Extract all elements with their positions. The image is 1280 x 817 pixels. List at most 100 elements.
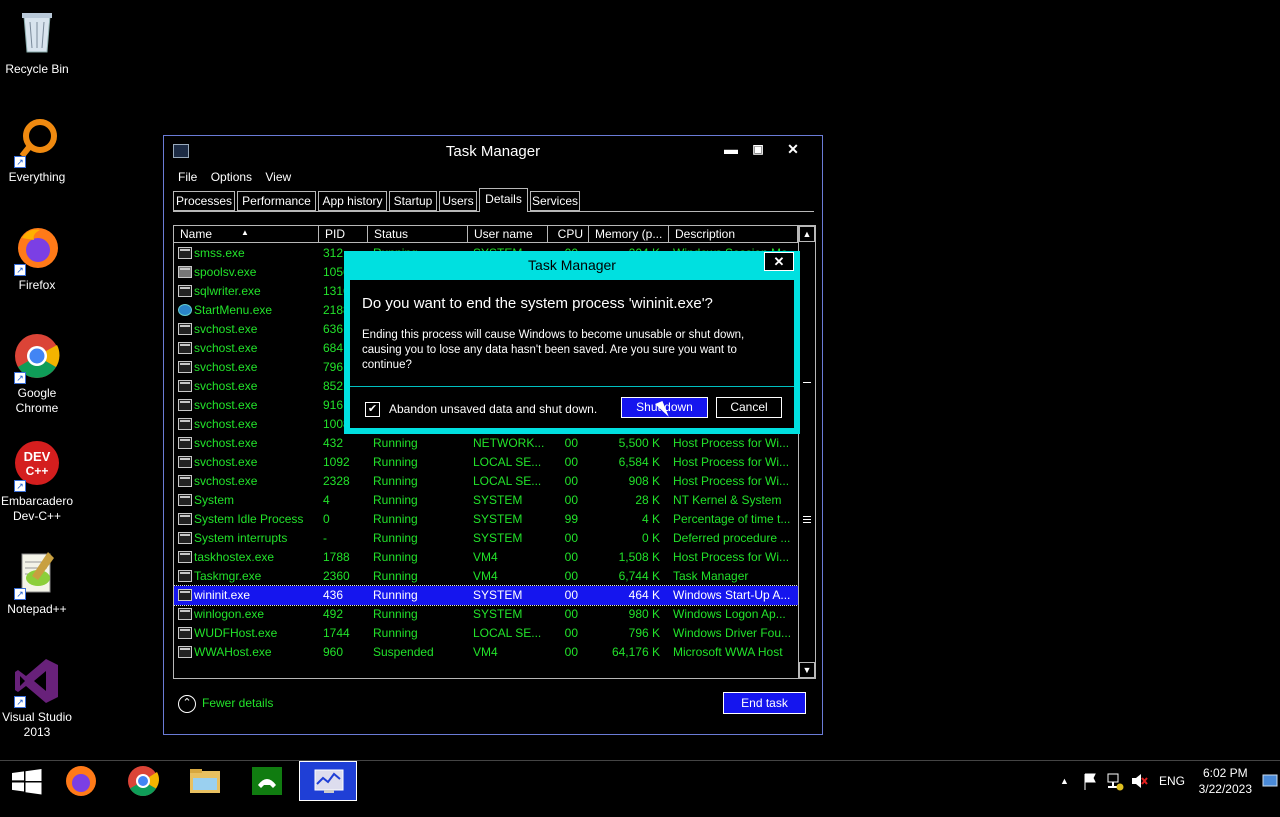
abandon-data-checkbox-label[interactable]: Abandon unsaved data and shut down. xyxy=(389,402,597,416)
desktop-icon-label: Everything xyxy=(8,170,66,184)
folder-icon xyxy=(190,769,220,793)
svg-text:DEV: DEV xyxy=(24,449,51,464)
tab-services[interactable]: Services xyxy=(530,191,580,211)
system-clock[interactable]: 6:02 PM 3/22/2023 xyxy=(1199,765,1252,797)
maximize-button[interactable]: ▣ xyxy=(741,138,775,160)
show-desktop-button[interactable] xyxy=(1262,761,1278,801)
table-row[interactable]: svchost.exe 2328 Running LOCAL SE... 00 908 K… xyxy=(174,472,798,491)
desktop-icon-dev-cpp[interactable]: DEV C++ ↗ Embarcadero Dev-C++ xyxy=(0,440,74,524)
taskbar-chrome-button[interactable] xyxy=(114,761,172,801)
cell-name: svchost.exe xyxy=(194,436,258,450)
cell-desc: Host Process for Wi... xyxy=(673,455,790,469)
title-bar[interactable]: Task Manager ▬ ▣ ✕ xyxy=(164,136,822,166)
taskbar-task-manager-button[interactable] xyxy=(299,761,357,801)
column-header-pid[interactable]: PID xyxy=(319,226,368,243)
table-row[interactable]: wininit.exe 436 Running SYSTEM 00 464 K Window… xyxy=(174,585,799,606)
cell-name: WUDFHost.exe xyxy=(194,626,278,640)
application-window-icon xyxy=(178,608,192,620)
column-header-user-name[interactable]: User name xyxy=(468,226,548,243)
cell-name: svchost.exe xyxy=(194,455,258,469)
table-row[interactable]: Taskmgr.exe 2360 Running VM4 00 6,744 K Task M… xyxy=(174,567,798,586)
game-controller-icon xyxy=(252,767,282,795)
cell-name: System Idle Process xyxy=(194,512,304,526)
dialog-close-button[interactable]: ✕ xyxy=(764,252,794,271)
column-header-description[interactable]: Description xyxy=(669,226,798,243)
cell-name: sqlwriter.exe xyxy=(194,284,261,298)
action-center-flag-icon[interactable] xyxy=(1082,761,1098,801)
column-header-cpu[interactable]: CPU xyxy=(548,226,589,243)
cancel-button[interactable]: Cancel xyxy=(716,397,782,418)
table-row[interactable]: taskhostex.exe 1788 Running VM4 00 1,508 K Hos… xyxy=(174,548,798,567)
cell-mem: 980 K xyxy=(628,607,660,621)
cell-cpu: 00 xyxy=(564,607,578,621)
cell-cpu: 00 xyxy=(564,531,578,545)
tab-processes[interactable]: Processes xyxy=(173,191,235,211)
table-row[interactable]: System Idle Process 0 Running SYSTEM 99 4 K Pe… xyxy=(174,510,798,529)
tab-app-history[interactable]: App history xyxy=(318,191,387,211)
chrome-icon: ↗ xyxy=(12,332,62,384)
application-window-icon xyxy=(178,513,192,525)
taskbar-file-explorer-button[interactable] xyxy=(176,761,234,801)
close-button[interactable]: ✕ xyxy=(776,138,810,160)
table-row[interactable]: System interrupts - Running SYSTEM 00 0 K Defe… xyxy=(174,529,798,548)
fewer-details-link[interactable]: ⌃ Fewer details xyxy=(178,694,273,713)
column-header-name[interactable]: ▲ Name xyxy=(174,226,319,243)
table-row[interactable]: svchost.exe 432 Running NETWORK... 00 5,500 K… xyxy=(174,434,798,453)
column-header-status[interactable]: Status xyxy=(368,226,468,243)
abandon-data-checkbox[interactable]: ✔ xyxy=(365,402,380,417)
taskbar-firefox-button[interactable] xyxy=(52,761,110,801)
visual-studio-icon: ↗ xyxy=(12,656,62,708)
cell-desc: Host Process for Wi... xyxy=(673,436,790,450)
taskbar-xbox-button[interactable] xyxy=(238,761,296,801)
cell-desc: Task Manager xyxy=(673,569,749,583)
desktop-icon-google-chrome[interactable]: ↗ Google Chrome xyxy=(0,332,74,416)
cell-name: spoolsv.exe xyxy=(194,265,257,279)
menu-options[interactable]: Options xyxy=(211,167,252,187)
application-window-icon xyxy=(178,399,192,411)
cell-name: svchost.exe xyxy=(194,379,258,393)
cell-pid: 432 xyxy=(323,436,344,450)
cell-name: System xyxy=(194,493,235,507)
end-task-button[interactable]: End task xyxy=(723,692,806,714)
cell-mem: 464 K xyxy=(628,588,660,602)
application-window-icon xyxy=(178,247,192,259)
cell-user: LOCAL SE... xyxy=(473,474,542,488)
table-row[interactable]: WUDFHost.exe 1744 Running LOCAL SE... 00 796 … xyxy=(174,624,798,643)
cell-name: WWAHost.exe xyxy=(194,645,272,659)
tab-users[interactable]: Users xyxy=(439,191,477,211)
network-icon[interactable] xyxy=(1106,761,1124,801)
vertical-scrollbar[interactable]: ▲ ▼ xyxy=(798,226,815,678)
desktop-icon-visual-studio[interactable]: ↗ Visual Studio 2013 xyxy=(0,656,74,740)
tab-performance[interactable]: Performance xyxy=(237,191,316,211)
scroll-down-icon[interactable]: ▼ xyxy=(799,662,815,678)
show-hidden-icons-button[interactable]: ▲ xyxy=(1060,761,1069,801)
table-row[interactable]: System 4 Running SYSTEM 00 28 K NT Kernel & Sy… xyxy=(174,491,798,510)
tab-details[interactable]: Details xyxy=(479,188,528,212)
windows-logo-icon xyxy=(12,769,42,795)
table-row[interactable]: winlogon.exe 492 Running SYSTEM 00 980 K Windo… xyxy=(174,605,798,624)
scroll-up-icon[interactable]: ▲ xyxy=(799,226,815,242)
cell-user: VM4 xyxy=(473,569,498,583)
menu-view[interactable]: View xyxy=(265,167,291,187)
tab-startup[interactable]: Startup xyxy=(389,191,437,211)
scrollbar-grip-icon[interactable] xyxy=(803,516,811,523)
cell-pid: 2360 xyxy=(323,569,350,583)
desktop-icon-recycle-bin[interactable]: Recycle Bin xyxy=(0,8,74,77)
volume-muted-icon[interactable] xyxy=(1130,761,1148,801)
start-button[interactable] xyxy=(0,761,58,801)
table-header: ▲ Name PID Status User name CPU Memory (p… xyxy=(174,226,798,243)
application-window-icon xyxy=(178,475,192,487)
desktop-icon-notepad-plus-plus[interactable]: ↗ Notepad++ xyxy=(0,548,74,617)
table-row[interactable]: WWAHost.exe 960 Suspended VM4 00 64,176 K Micr… xyxy=(174,643,798,662)
desktop-icon-everything[interactable]: ↗ Everything xyxy=(0,116,74,185)
column-header-memory[interactable]: Memory (p... xyxy=(589,226,669,243)
input-language-indicator[interactable]: ENG xyxy=(1159,761,1185,801)
cell-desc: Host Process for Wi... xyxy=(673,474,790,488)
table-row[interactable]: svchost.exe 1092 Running LOCAL SE... 00 6,584… xyxy=(174,453,798,472)
menu-file[interactable]: File xyxy=(178,167,197,187)
end-process-dialog: Task Manager ✕ Do you want to end the sy… xyxy=(344,251,800,434)
cell-name: taskhostex.exe xyxy=(194,550,275,564)
desktop-icon-firefox[interactable]: ↗ Firefox xyxy=(0,224,74,293)
cell-pid: 1744 xyxy=(323,626,350,640)
cell-status: Running xyxy=(373,436,418,450)
